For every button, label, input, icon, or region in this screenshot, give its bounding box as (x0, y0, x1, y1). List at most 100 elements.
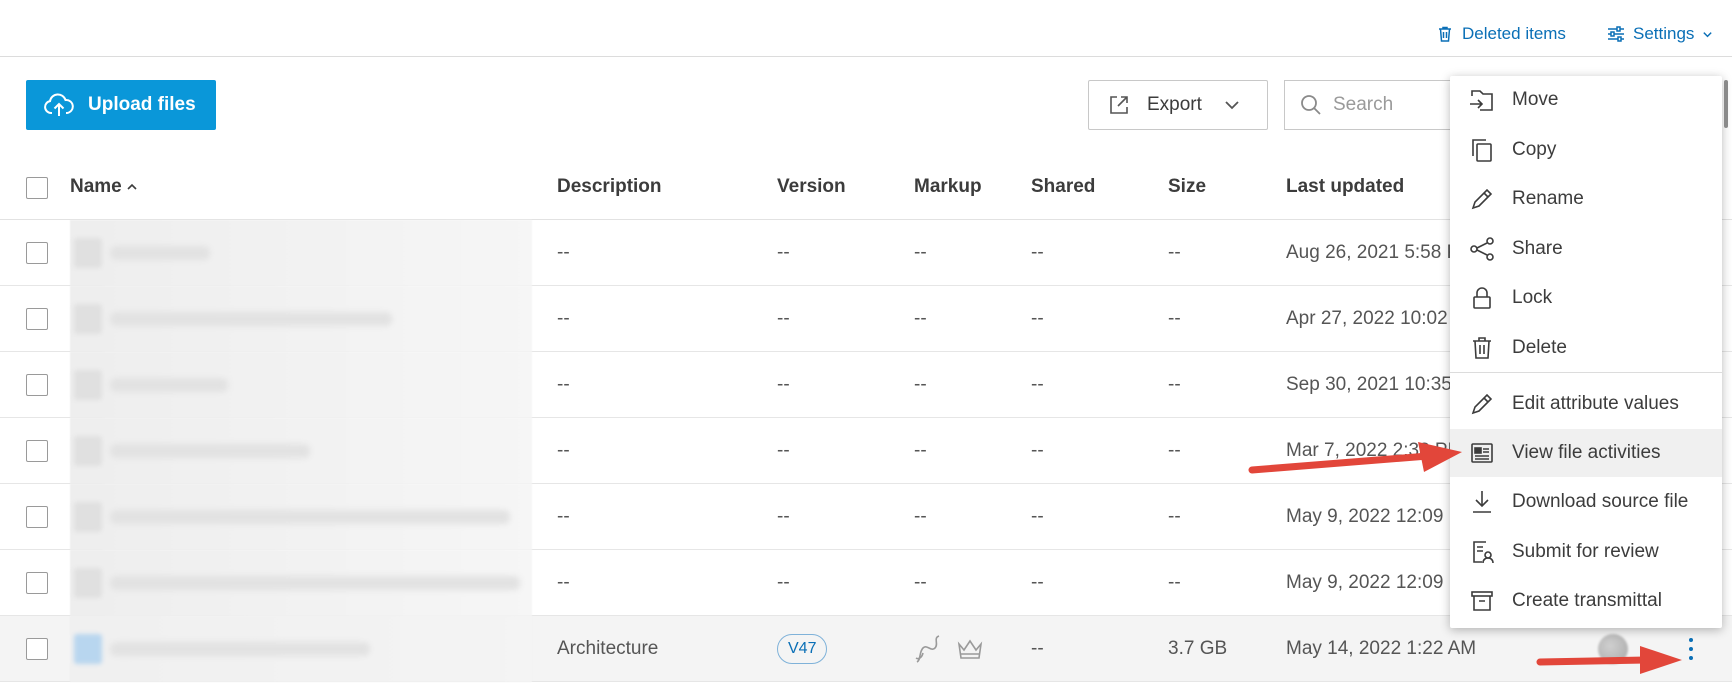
row-checkbox[interactable] (26, 308, 48, 330)
cell-description: Architecture (557, 638, 659, 659)
menu-item-delete[interactable]: Delete (1450, 324, 1722, 372)
row-checkbox[interactable] (26, 506, 48, 528)
cell-version: -- (777, 374, 790, 395)
download-icon (1473, 491, 1491, 513)
menu-item-copy[interactable]: Copy (1450, 126, 1722, 174)
cell-shared: -- (1031, 308, 1044, 329)
lock-icon (1473, 287, 1491, 309)
menu-item-rename[interactable]: Rename (1450, 175, 1722, 223)
review-icon (1473, 541, 1494, 564)
settings-label: Settings (1633, 24, 1695, 43)
upload-files-label: Upload files (88, 94, 196, 115)
cell-size: -- (1168, 440, 1181, 461)
cell-description: -- (557, 242, 570, 263)
menu-item-download-source-file[interactable]: Download source file (1450, 478, 1722, 526)
row-checkbox[interactable] (26, 374, 48, 396)
cell-version: -- (777, 506, 790, 527)
cell-markup: -- (914, 572, 927, 593)
cell-description: -- (557, 440, 570, 461)
top-bar: Deleted items Settings (0, 0, 1732, 57)
redacted-file-name (70, 550, 532, 616)
markup-squiggle-icon (915, 635, 940, 663)
menu-item-label: Submit for review (1512, 541, 1659, 562)
column-header-shared[interactable]: Shared (1031, 176, 1095, 198)
menu-item-label: Create transmittal (1512, 590, 1662, 611)
cell-last-updated: May 9, 2022 12:09 PM (1286, 506, 1478, 527)
column-name-label: Name (70, 176, 122, 197)
deleted-items-link[interactable]: Deleted items (1436, 24, 1566, 44)
cell-description: -- (557, 572, 570, 593)
context-menu: Move Copy Rename Share Lock Delete Edit … (1450, 76, 1722, 628)
redacted-file-name (70, 220, 532, 286)
menu-item-label: Share (1512, 238, 1563, 259)
search-input[interactable]: Search (1284, 80, 1454, 130)
menu-item-label: Delete (1512, 337, 1567, 358)
column-header-description[interactable]: Description (557, 176, 662, 198)
version-badge[interactable]: V47 (777, 634, 828, 664)
redacted-file-name (70, 616, 532, 682)
menu-item-move[interactable]: Move (1450, 76, 1722, 124)
column-header-name[interactable]: Name (70, 176, 138, 198)
pencil-icon (1471, 393, 1493, 415)
menu-item-label: Move (1512, 89, 1559, 110)
markup-icons (913, 632, 985, 666)
column-header-size[interactable]: Size (1168, 176, 1206, 198)
cell-markup: -- (914, 374, 927, 395)
cell-description: -- (557, 506, 570, 527)
row-checkbox[interactable] (26, 440, 48, 462)
menu-item-label: Lock (1512, 287, 1553, 308)
cell-version: -- (777, 308, 790, 329)
export-icon (1110, 96, 1128, 114)
menu-item-label: View file activities (1512, 442, 1661, 463)
cell-shared: -- (1031, 440, 1044, 461)
row-checkbox[interactable] (26, 242, 48, 264)
upload-files-button[interactable]: Upload files (26, 80, 216, 130)
menu-item-view-file-activities[interactable]: View file activities (1450, 429, 1722, 477)
cloud-upload-icon (44, 93, 74, 116)
menu-scrollbar[interactable] (1724, 80, 1728, 128)
settings-menu[interactable]: Settings (1607, 24, 1713, 44)
kebab-dot-icon (1689, 647, 1693, 651)
search-placeholder: Search (1333, 94, 1394, 115)
cell-size: 3.7 GB (1168, 638, 1228, 659)
kebab-dot-icon (1689, 656, 1693, 660)
cell-description: -- (557, 308, 570, 329)
row-checkbox[interactable] (26, 572, 48, 594)
annotation-arrow-icon (1536, 646, 1682, 674)
menu-item-submit-for-review[interactable]: Submit for review (1450, 528, 1722, 576)
share-icon (1470, 237, 1494, 261)
pencil-icon (1471, 188, 1493, 210)
select-all-checkbox[interactable] (26, 177, 48, 199)
column-header-markup[interactable]: Markup (914, 176, 982, 198)
column-header-version[interactable]: Version (777, 176, 846, 198)
deleted-items-label: Deleted items (1462, 24, 1566, 43)
trash-icon (1439, 26, 1451, 42)
export-label: Export (1147, 94, 1202, 115)
menu-item-label: Download source file (1512, 491, 1689, 512)
menu-item-label: Copy (1512, 139, 1557, 160)
export-button[interactable]: Export (1088, 80, 1268, 130)
cell-markup: -- (914, 506, 927, 527)
row-checkbox[interactable] (26, 638, 48, 660)
redacted-file-name (70, 418, 532, 484)
menu-item-share[interactable]: Share (1450, 225, 1722, 273)
kebab-dot-icon (1689, 638, 1693, 642)
activity-icon (1471, 443, 1493, 463)
chevron-down-icon (1703, 31, 1713, 37)
cell-shared: -- (1031, 506, 1044, 527)
chevron-down-icon (1225, 101, 1239, 110)
cell-shared: -- (1031, 638, 1044, 659)
menu-item-lock[interactable]: Lock (1450, 274, 1722, 322)
cell-size: -- (1168, 374, 1181, 395)
column-header-last-updated[interactable]: Last updated (1286, 176, 1404, 198)
cell-version: -- (777, 440, 790, 461)
menu-item-edit-attribute-values[interactable]: Edit attribute values (1450, 380, 1722, 428)
redacted-file-name (70, 352, 532, 418)
transmittal-icon (1471, 591, 1493, 611)
menu-item-create-transmittal[interactable]: Create transmittal (1450, 577, 1722, 625)
menu-divider (1450, 372, 1722, 373)
redacted-file-name (70, 484, 532, 550)
cell-shared: -- (1031, 242, 1044, 263)
cell-shared: -- (1031, 374, 1044, 395)
move-icon (1470, 90, 1493, 111)
